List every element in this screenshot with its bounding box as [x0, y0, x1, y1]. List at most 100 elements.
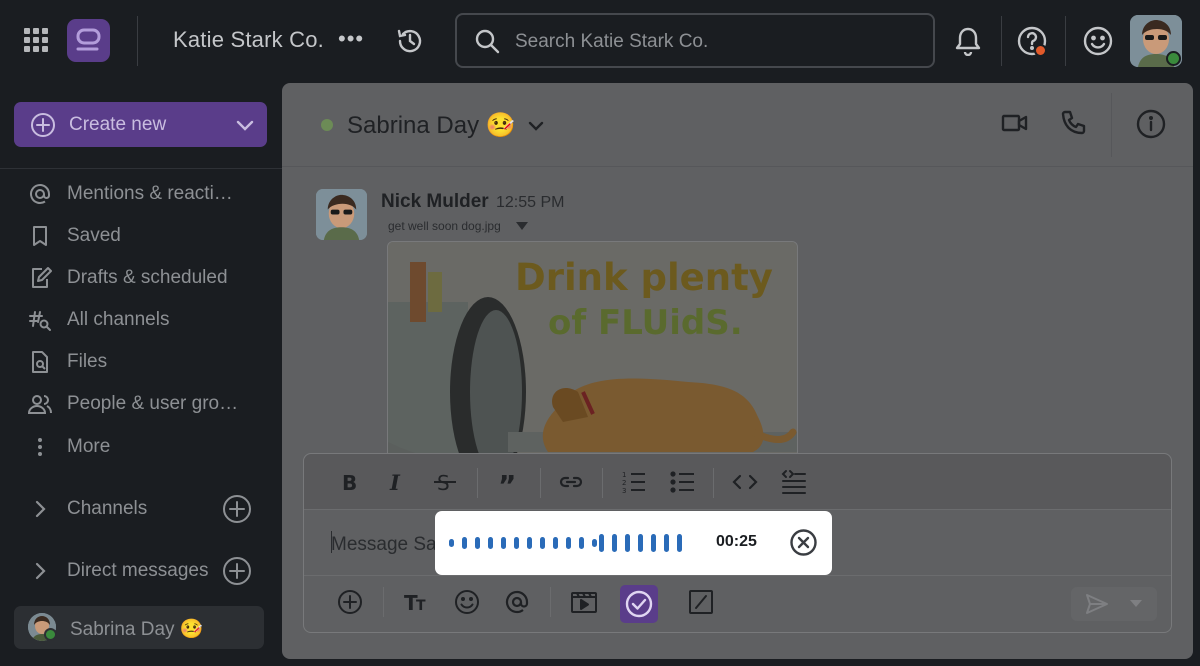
- image-caption-line2: of FLUidS.: [548, 303, 743, 343]
- sidebar-item-label: Saved: [67, 225, 121, 246]
- bell-icon[interactable]: [955, 26, 981, 61]
- at-icon: [30, 184, 50, 204]
- info-icon[interactable]: [1136, 109, 1166, 139]
- bold-icon[interactable]: B: [337, 469, 363, 495]
- check-circle-icon: [625, 590, 653, 618]
- divider: [477, 468, 478, 498]
- sidebar-item-label: Files: [67, 351, 108, 372]
- divider: [383, 587, 384, 617]
- divider: [602, 468, 603, 498]
- chevron-down-icon[interactable]: [526, 116, 546, 136]
- send-button[interactable]: [1071, 587, 1157, 621]
- message-avatar[interactable]: [316, 189, 367, 240]
- cancel-recording-icon[interactable]: [789, 528, 818, 557]
- help-icon[interactable]: [1017, 26, 1049, 63]
- svg-text:”: ”: [498, 469, 516, 495]
- quote-icon[interactable]: ”: [495, 469, 521, 495]
- bookmark-icon: [33, 226, 47, 246]
- divider: [137, 16, 138, 66]
- divider: [540, 468, 541, 498]
- channel-title[interactable]: Sabrina Day 🤒: [347, 111, 516, 140]
- emoji-icon[interactable]: [453, 588, 481, 616]
- create-new-label: Create new: [69, 114, 167, 135]
- mention-icon[interactable]: [503, 588, 531, 616]
- divider: [550, 587, 551, 617]
- divider: [1001, 16, 1002, 66]
- channel-search-icon: [29, 311, 51, 331]
- sidebar-item-label: People & user gro…: [67, 393, 239, 414]
- online-status-dot: [1166, 51, 1181, 66]
- direct-messages-label: Direct messages: [67, 560, 209, 581]
- text-format-icon[interactable]: T T: [403, 588, 431, 616]
- formatting-toolbar: B I S ” 1 2 3: [304, 454, 1171, 510]
- pencil-icon: [32, 267, 52, 288]
- code-icon[interactable]: [732, 469, 758, 495]
- sidebar-item-people[interactable]: People & user gro…: [28, 390, 268, 418]
- workspace-menu-button[interactable]: •••: [338, 26, 364, 52]
- user-avatar[interactable]: [1130, 15, 1182, 67]
- numbered-list-icon[interactable]: 1 2 3: [621, 469, 647, 495]
- sidebar-item-label: Sabrina Day 🤒: [70, 619, 204, 640]
- message-author[interactable]: Nick Mulder: [381, 191, 489, 213]
- divider: [1111, 93, 1112, 157]
- more-vertical-icon: [38, 438, 42, 456]
- add-direct-message-icon[interactable]: [222, 556, 252, 586]
- channels-label: Channels: [67, 498, 148, 519]
- history-icon[interactable]: [395, 26, 425, 61]
- add-channel-icon[interactable]: [222, 494, 252, 524]
- attach-plus-icon[interactable]: [336, 588, 364, 616]
- strikethrough-icon[interactable]: S: [432, 469, 458, 495]
- sidebar-item-label: All channels: [67, 309, 170, 330]
- smiley-icon[interactable]: [1083, 26, 1113, 61]
- italic-icon[interactable]: I: [384, 469, 410, 495]
- apps-grid-icon[interactable]: [24, 28, 48, 52]
- sidebar-item-all-channels[interactable]: All channels: [28, 306, 268, 334]
- chevron-right-icon: [35, 562, 46, 580]
- sidebar-item-more[interactable]: More: [28, 433, 268, 461]
- sidebar-item-drafts[interactable]: Drafts & scheduled: [28, 264, 268, 292]
- svg-text:2: 2: [622, 479, 626, 487]
- link-icon[interactable]: [558, 469, 584, 495]
- sidebar-item-mentions[interactable]: Mentions & reacti…: [28, 180, 268, 208]
- message-timestamp[interactable]: 12:55 PM: [496, 194, 564, 212]
- sidebar-item-files[interactable]: Files: [28, 348, 268, 376]
- audio-waveform: [449, 534, 682, 552]
- channel-header: Sabrina Day 🤒: [282, 83, 1193, 167]
- people-icon: [28, 395, 52, 414]
- sidebar-item-label: Mentions & reacti…: [67, 183, 233, 204]
- divider: [713, 468, 714, 498]
- top-bar: Katie Stark Co. ••• Search Katie Stark C…: [0, 0, 1200, 82]
- caret-down-icon[interactable]: [516, 221, 528, 231]
- code-block-icon[interactable]: [781, 469, 807, 495]
- workspace-name[interactable]: Katie Stark Co.: [173, 27, 324, 53]
- app-logo[interactable]: [67, 19, 110, 62]
- video-clip-icon[interactable]: [570, 588, 598, 616]
- voice-recorder: 00:25: [435, 511, 832, 575]
- search-placeholder: Search Katie Stark Co.: [515, 31, 709, 52]
- svg-text:3: 3: [622, 487, 626, 495]
- slash-command-icon[interactable]: [687, 588, 715, 616]
- voice-check-button[interactable]: [620, 585, 658, 623]
- caret-down-icon[interactable]: [1129, 599, 1143, 609]
- sidebar-item-sabrina-day[interactable]: Sabrina Day 🤒: [14, 606, 264, 649]
- create-new-button[interactable]: Create new: [14, 102, 267, 147]
- svg-text:B: B: [342, 471, 357, 495]
- send-icon: [1086, 594, 1108, 614]
- phone-icon[interactable]: [1060, 109, 1088, 137]
- divider: [304, 575, 1171, 576]
- file-search-icon: [32, 351, 48, 373]
- sidebar-item-label: Drafts & scheduled: [67, 267, 228, 288]
- online-status-dot: [44, 628, 57, 641]
- plus-circle-icon: [31, 113, 55, 137]
- bullet-list-icon[interactable]: [670, 469, 696, 495]
- alert-badge: [1034, 44, 1047, 57]
- chevron-down-icon: [236, 120, 254, 131]
- image-caption-line1: Drink plenty: [515, 256, 773, 299]
- svg-text:1: 1: [622, 471, 626, 479]
- sidebar-divider: [0, 168, 282, 169]
- sidebar-item-saved[interactable]: Saved: [28, 222, 268, 250]
- search-input[interactable]: Search Katie Stark Co.: [455, 13, 935, 68]
- recording-timer: 00:25: [716, 533, 757, 550]
- attachment-filename[interactable]: get well soon dog.jpg: [388, 219, 501, 233]
- video-call-icon[interactable]: [1001, 109, 1029, 137]
